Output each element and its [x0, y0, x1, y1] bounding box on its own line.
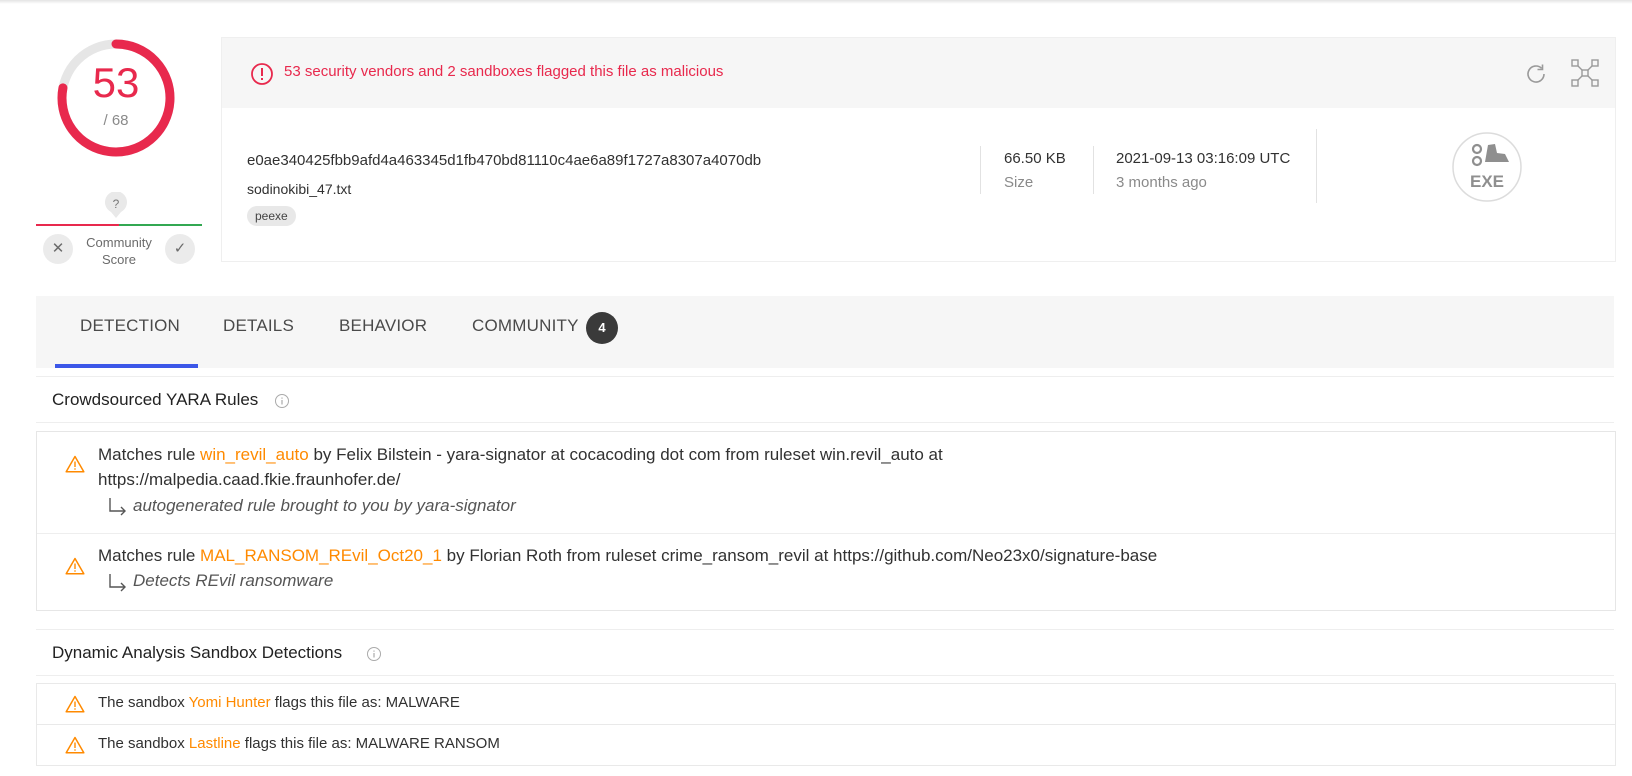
- rule-prefix: Matches rule: [98, 546, 201, 565]
- yara-rules-list: Matches rule win_revil_auto by Felix Bil…: [36, 431, 1616, 611]
- sandbox-section-header: Dynamic Analysis Sandbox Detections: [36, 629, 1614, 676]
- sandbox-prefix: The sandbox: [98, 694, 189, 711]
- vote-harmless-button[interactable]: ✓: [165, 234, 195, 264]
- yara-rule-link[interactable]: MAL_RANSOM_REvil_Oct20_1: [200, 546, 442, 565]
- file-size-label: Size: [1004, 174, 1034, 191]
- malicious-alert-bar: 53 security vendors and 2 sandboxes flag…: [222, 38, 1615, 108]
- subdirectory-arrow-icon: [109, 498, 126, 516]
- tab-community[interactable]: COMMUNITY: [472, 316, 579, 336]
- community-score: ? ✕ Community Score ✓: [36, 192, 202, 272]
- alert-circle-icon: [251, 63, 273, 85]
- analysis-date-relative: 3 months ago: [1116, 174, 1207, 191]
- community-score-label: Community Score: [86, 235, 152, 267]
- divider: [1093, 146, 1094, 194]
- yara-section-title: Crowdsourced YARA Rules: [52, 390, 259, 409]
- sandbox-detection-row: The sandbox Yomi Hunter flags this file …: [36, 683, 1616, 725]
- warning-icon: [65, 695, 85, 713]
- yara-rule-line: Matches rule win_revil_auto by Felix Bil…: [98, 445, 943, 465]
- check-icon: ✓: [173, 240, 187, 257]
- malicious-alert-text: 53 security vendors and 2 sandboxes flag…: [284, 63, 724, 80]
- file-size-value: 66.50 KB: [1004, 150, 1066, 167]
- rule-description: autogenerated rule brought to you by yar…: [133, 496, 516, 515]
- subdirectory-arrow-icon: [109, 574, 126, 592]
- warning-icon: [65, 455, 85, 473]
- sandbox-verdict: flags this file as: MALWARE RANSOM: [240, 735, 500, 752]
- file-type-label: EXE: [1470, 172, 1504, 191]
- warning-icon: [65, 557, 85, 575]
- file-hash[interactable]: e0ae340425fbb9afd4a463345d1fb470bd81110c…: [247, 152, 761, 169]
- sandbox-section-title: Dynamic Analysis Sandbox Detections: [52, 643, 343, 662]
- top-shadow: [0, 0, 1632, 4]
- yara-rule-line: Matches rule MAL_RANSOM_REvil_Oct20_1 by…: [98, 546, 1157, 566]
- analysis-date: 2021-09-13 03:16:09 UTC: [1116, 150, 1291, 167]
- report-tabs: DETECTION DETAILS BEHAVIOR COMMUNITY 4: [36, 296, 1614, 368]
- sandbox-detection-row: The sandbox Lastline flags this file as:…: [36, 724, 1616, 766]
- file-summary-card: 53 security vendors and 2 sandboxes flag…: [221, 37, 1616, 262]
- active-tab-indicator: [55, 364, 198, 368]
- yara-section-header: Crowdsourced YARA Rules: [36, 376, 1614, 423]
- yara-rule-item: Matches rule win_revil_auto by Felix Bil…: [37, 432, 1615, 533]
- community-bar-harmless: [119, 224, 202, 226]
- file-tag[interactable]: peexe: [247, 206, 296, 226]
- rule-description: Detects REvil ransomware: [133, 571, 334, 590]
- tab-details[interactable]: DETAILS: [223, 316, 294, 336]
- community-count-badge: 4: [586, 312, 618, 344]
- detection-count: 53: [92, 59, 140, 106]
- sandbox-detection-text: The sandbox Lastline flags this file as:…: [98, 735, 500, 752]
- tab-behavior[interactable]: BEHAVIOR: [339, 316, 427, 336]
- community-score-unknown: ?: [113, 197, 120, 211]
- tab-detection[interactable]: DETECTION: [80, 316, 180, 336]
- yara-rule-item: Matches rule MAL_RANSOM_REvil_Oct20_1 by…: [37, 533, 1615, 610]
- reanalyze-icon[interactable]: [1522, 60, 1550, 88]
- file-name: sodinokibi_47.txt: [247, 181, 352, 197]
- info-icon[interactable]: [274, 393, 290, 409]
- sandbox-name-link[interactable]: Yomi Hunter: [189, 694, 271, 711]
- warning-icon: [65, 736, 85, 754]
- graph-icon[interactable]: [1570, 58, 1600, 88]
- rule-source-url: https://malpedia.caad.fkie.fraunhofer.de…: [98, 470, 401, 489]
- sandbox-verdict: flags this file as: MALWARE: [270, 694, 460, 711]
- info-icon[interactable]: [366, 646, 382, 662]
- sandbox-name-link[interactable]: Lastline: [189, 735, 241, 752]
- divider: [1316, 129, 1317, 203]
- sandbox-prefix: The sandbox: [98, 735, 189, 752]
- community-score-marker-icon: ?: [105, 192, 127, 218]
- close-icon: ✕: [51, 240, 65, 257]
- detection-score-ring: 53 / 68: [52, 34, 180, 162]
- sandbox-detection-text: The sandbox Yomi Hunter flags this file …: [98, 694, 460, 711]
- divider: [980, 146, 981, 194]
- engine-total: / 68: [103, 112, 129, 129]
- exe-filetype-icon: EXE: [1452, 132, 1522, 202]
- community-bar-malicious: [36, 224, 119, 226]
- vote-malicious-button[interactable]: ✕: [43, 234, 73, 264]
- rule-prefix: Matches rule: [98, 445, 201, 464]
- rule-source: by Florian Roth from ruleset crime_ranso…: [441, 546, 1158, 565]
- yara-rule-link[interactable]: win_revil_auto: [200, 445, 309, 464]
- rule-source: by Felix Bilstein - yara-signator at coc…: [308, 445, 943, 464]
